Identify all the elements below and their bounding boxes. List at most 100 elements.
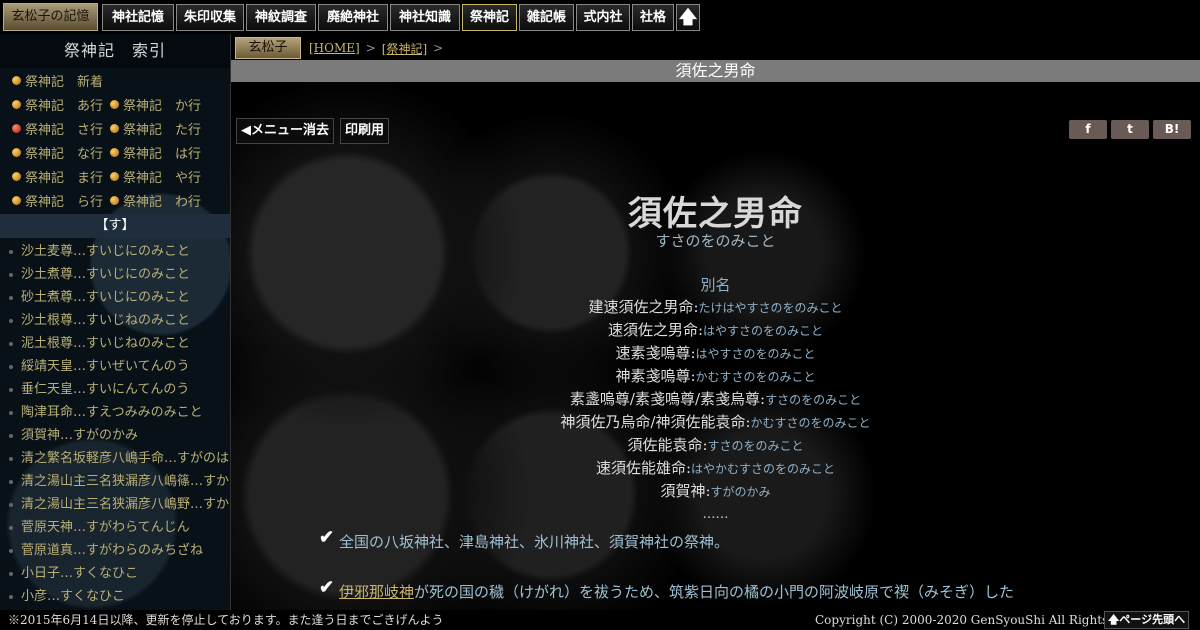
- sidebar-item-na-gyo[interactable]: 祭神記 な行: [0, 143, 110, 162]
- alias-ellipsis: ……: [702, 507, 729, 522]
- breadcrumb-home-link[interactable]: [HOME]: [309, 41, 360, 55]
- alias-item: 神須佐乃烏命/神須佐能袁命:かむすさのをのみこと: [560, 413, 871, 431]
- bullet-icon: [9, 249, 13, 254]
- sidebar-item-a-gyo[interactable]: 祭神記 あ行: [0, 95, 110, 114]
- bullet-icon: [9, 433, 13, 438]
- nav-shakaku[interactable]: 社格: [632, 4, 674, 31]
- alias-item: 神素戔嗚尊:かむすさのをのみこと: [615, 367, 816, 385]
- bullet-icon: [12, 171, 21, 181]
- top-navigation: 玄松子の記憶 神社記憶 朱印収集 神紋調査 廃絶神社 神社知識 祭神記 雑記帳 …: [0, 0, 1200, 34]
- alias-item: 建速須佐之男命:たけはやすさのをのみこと: [588, 298, 843, 316]
- nav-jinja-kioku[interactable]: 神社記憶: [102, 4, 174, 31]
- list-item[interactable]: 沙土根尊…すいじねのみこと: [0, 309, 230, 332]
- bullet-icon: [110, 147, 119, 157]
- breadcrumb-saijinki-link[interactable]: [祭神記]: [382, 40, 427, 57]
- active-bullet-icon: [12, 123, 21, 133]
- bullet-icon: [9, 548, 13, 553]
- bullet-icon: [12, 75, 21, 85]
- breadcrumb-separator: >: [365, 41, 376, 55]
- bullet-icon: [110, 171, 119, 181]
- list-item[interactable]: 清之繁名坂軽彦八嶋手命…すがのは: [0, 447, 230, 470]
- bullet-icon: [9, 387, 13, 392]
- bullet-icon: [9, 502, 13, 507]
- list-item[interactable]: 小彦…すくなひこ: [0, 585, 230, 608]
- bullet-icon: [9, 272, 13, 277]
- bullet-icon: [9, 318, 13, 323]
- nav-chishiki[interactable]: 神社知識: [390, 4, 460, 31]
- list-item[interactable]: 沙土煮尊…すいじにのみこと: [0, 263, 230, 286]
- nav-shuin[interactable]: 朱印収集: [176, 4, 244, 31]
- main-content: 玄松子 [HOME] > [祭神記] > 須佐之男命 ◀メニュー消去 印刷用 f…: [231, 34, 1200, 610]
- list-item[interactable]: 菅原天神…すがわらてんじん: [0, 516, 230, 539]
- check-icon: ✔: [319, 577, 335, 598]
- alias-heading: 別名: [700, 276, 731, 294]
- note-paragraph: ✔ 全国の八坂神社、津島神社、氷川神社、須賀神社の祭神。: [319, 527, 730, 551]
- breadcrumb-separator: >: [433, 41, 444, 55]
- list-item[interactable]: 陶津耳命…すえつみみのみこと: [0, 401, 230, 424]
- breadcrumb: 玄松子 [HOME] > [祭神記] >: [235, 36, 449, 60]
- list-item[interactable]: 垂仁天皇…すいにんてんのう: [0, 378, 230, 401]
- deity-list: 沙土麦尊…すいじにのみこと 沙土煮尊…すいじにのみこと 砂土煮尊…すいじにのみこ…: [0, 238, 230, 608]
- list-item[interactable]: 清之湯山主三名狭漏彦八嶋野…すか: [0, 493, 230, 516]
- list-item[interactable]: 須賀神…すがのかみ: [0, 424, 230, 447]
- bullet-icon: [12, 147, 21, 157]
- bullet-icon: [110, 195, 119, 205]
- kana-section-header: 【す】: [0, 214, 230, 238]
- caret-left-icon: ◀: [241, 123, 251, 138]
- site-badge[interactable]: 玄松子: [235, 37, 301, 59]
- page-up-icon[interactable]: 🡅: [676, 4, 700, 31]
- list-item[interactable]: 小日子…すくなひこ: [0, 562, 230, 585]
- bullet-icon: [9, 410, 13, 415]
- sidebar-item-ya-gyo[interactable]: 祭神記 や行: [110, 167, 220, 186]
- sidebar-item-ka-gyo[interactable]: 祭神記 か行: [110, 95, 220, 114]
- bullet-icon: [9, 295, 13, 300]
- page-top-button[interactable]: 🡅ページ先頭へ: [1104, 611, 1190, 629]
- sidebar-item-ra-gyo[interactable]: 祭神記 ら行: [0, 191, 110, 210]
- bullet-icon: [9, 525, 13, 530]
- footer: ※2015年6月14日以降、更新を停止しております。また逢う日までごきげんよう …: [0, 610, 1200, 630]
- facebook-share-icon[interactable]: f: [1069, 120, 1107, 139]
- site-logo[interactable]: 玄松子の記憶: [3, 3, 98, 31]
- list-item[interactable]: 菅原道真…すがわらのみちざね: [0, 539, 230, 562]
- bullet-icon: [9, 571, 13, 576]
- footer-notice: ※2015年6月14日以降、更新を停止しております。また逢う日までごきげんよう: [8, 613, 444, 627]
- hide-menu-button[interactable]: ◀メニュー消去: [236, 118, 335, 144]
- print-button[interactable]: 印刷用: [340, 118, 390, 144]
- list-item[interactable]: 泥土根尊…すいじねのみこと: [0, 332, 230, 355]
- alias-item: 須賀神:すがのかみ: [660, 482, 771, 500]
- nav-zakkicho[interactable]: 雑記帳: [519, 4, 574, 31]
- alias-item: 速須佐之男命:はやすさのをのみこと: [607, 321, 824, 339]
- sidebar-item-ha-gyo[interactable]: 祭神記 は行: [110, 143, 220, 162]
- sidebar-item-ma-gyo[interactable]: 祭神記 ま行: [0, 167, 110, 186]
- twitter-share-icon[interactable]: t: [1111, 120, 1149, 139]
- sidebar-item-ta-gyo[interactable]: 祭神記 た行: [110, 119, 220, 138]
- alias-item: 素盞嗚尊/素戔嗚尊/素戔烏尊:すさのをのみこと: [569, 390, 862, 408]
- deity-link[interactable]: 伊邪那岐神: [339, 583, 414, 601]
- hatena-bookmark-icon[interactable]: B!: [1153, 120, 1191, 139]
- page-title-bar: 須佐之男命: [231, 60, 1200, 82]
- sidebar-index: 祭神記 索引 祭神記 新着 祭神記 あ行 祭神記 か行 祭神記 さ行 祭神記 た…: [0, 34, 231, 610]
- bullet-icon: [9, 479, 13, 484]
- bullet-icon: [9, 341, 13, 346]
- page-title-reading: すさのをのみこと: [655, 232, 776, 250]
- bullet-icon: [9, 594, 13, 599]
- alias-item: 須佐能袁命:すさのをのみこと: [627, 436, 804, 454]
- list-item[interactable]: 綏靖天皇…すいぜいてんのう: [0, 355, 230, 378]
- page-title: 須佐之男命: [628, 194, 803, 234]
- nav-saijinki[interactable]: 祭神記: [462, 4, 517, 31]
- bullet-icon: [9, 364, 13, 369]
- check-icon: ✔: [319, 527, 335, 548]
- bullet-icon: [110, 99, 119, 109]
- nav-shinmon[interactable]: 神紋調査: [246, 4, 316, 31]
- bullet-icon: [9, 456, 13, 461]
- bullet-icon: [12, 195, 21, 205]
- sidebar-item-wa-gyo[interactable]: 祭神記 わ行: [110, 191, 220, 210]
- list-item[interactable]: 沙土麦尊…すいじにのみこと: [0, 240, 230, 263]
- list-item[interactable]: 砂土煮尊…すいじにのみこと: [0, 286, 230, 309]
- sidebar-item-sa-gyo[interactable]: 祭神記 さ行: [0, 119, 110, 138]
- nav-shikinaisha[interactable]: 式内社: [576, 4, 630, 31]
- sidebar-title: 祭神記 索引: [0, 34, 230, 68]
- sidebar-item-new[interactable]: 祭神記 新着: [0, 71, 110, 90]
- list-item[interactable]: 清之湯山主三名狭漏彦八嶋篠…すか: [0, 470, 230, 493]
- nav-haizetsu[interactable]: 廃絶神社: [318, 4, 388, 31]
